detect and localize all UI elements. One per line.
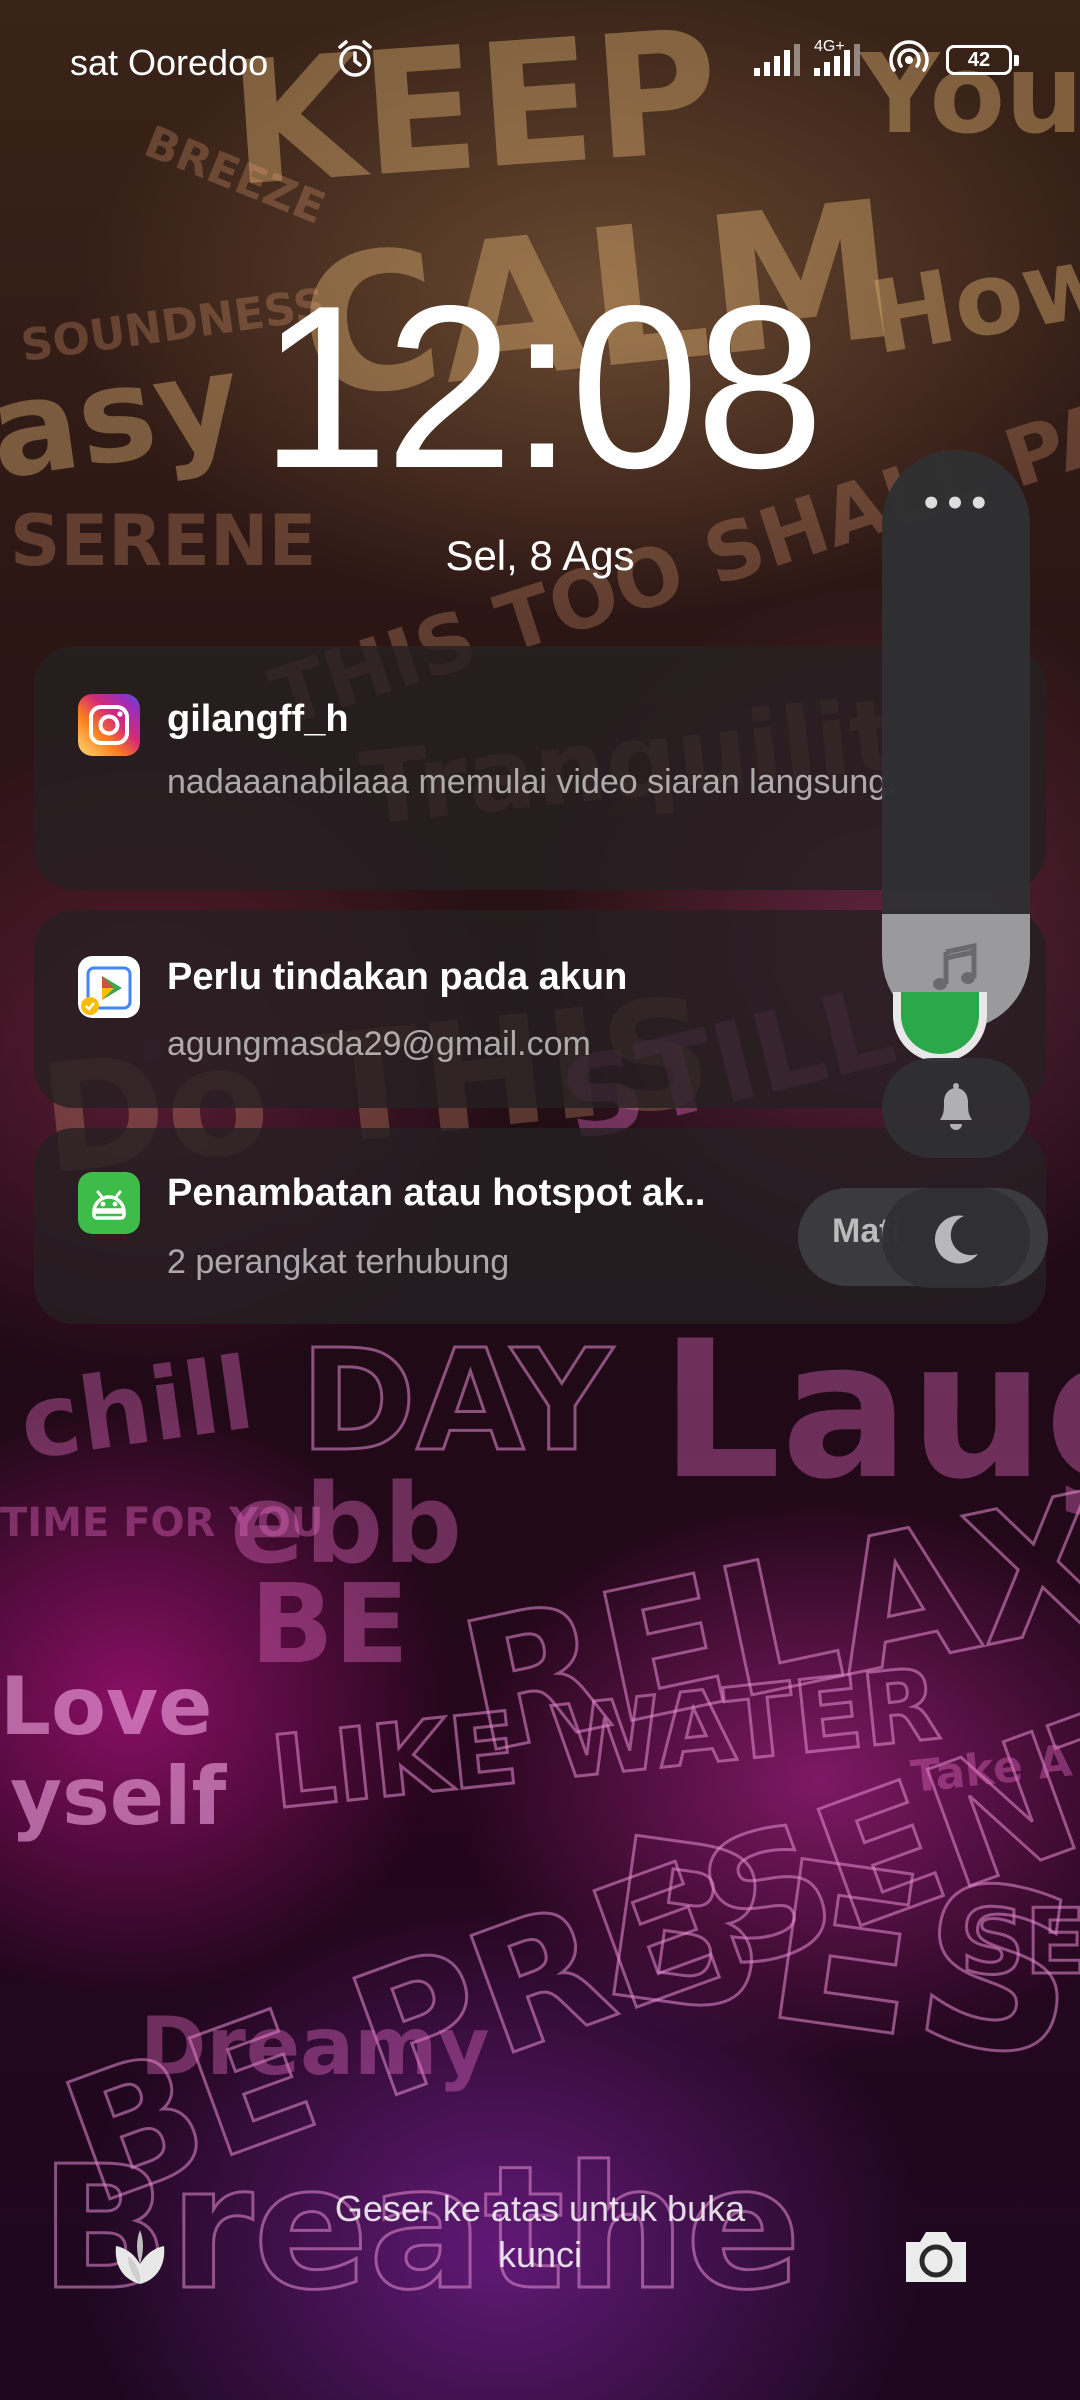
unlock-hint-line: Geser ke atas untuk buka [334, 2188, 746, 2229]
battery-icon: 42 [946, 45, 1019, 75]
notification-body: agungmasda29@gmail.com [167, 1025, 591, 1063]
signal-icon [754, 44, 800, 76]
unlock-hint: Geser ke atas untuk buka kunci [240, 2186, 840, 2278]
music-icon [933, 942, 977, 990]
google-play-icon [78, 956, 140, 1018]
lock-screen: KEEP CALM asy SOUNDNESS BREEZE You How T… [0, 0, 1080, 2400]
ring-mode-button[interactable] [882, 1058, 1030, 1158]
notification-title: Perlu tindakan pada akun [167, 956, 628, 998]
alarm-icon [338, 40, 372, 77]
carrier-name: sat Ooredoo [70, 42, 269, 83]
flower-icon[interactable] [104, 2222, 176, 2294]
moon-icon [934, 1215, 978, 1264]
camera-icon[interactable] [900, 2226, 972, 2288]
hotspot-icon [889, 40, 929, 72]
signal-icon [814, 44, 860, 76]
do-not-disturb-button[interactable] [882, 1188, 1030, 1288]
notification-title: gilangff_h [167, 698, 349, 740]
battery-level: 42 [967, 49, 991, 71]
instagram-icon [78, 694, 140, 756]
volume-slider[interactable]: ••• [882, 450, 1030, 1030]
notification-body: nadaaanabilaaa memulai video siaran lang… [167, 763, 897, 801]
notification-title: Penambatan atau hotspot ak.. [167, 1172, 706, 1214]
unlock-hint-line: kunci [497, 2234, 583, 2275]
volume-more-button[interactable]: ••• [882, 484, 1030, 524]
android-hotspot-icon [78, 1172, 140, 1234]
bell-icon [940, 1083, 972, 1130]
notification-body: 2 perangkat terhubung [167, 1243, 510, 1281]
status-bar: sat Ooredoo 4G+ 42 [0, 0, 1080, 120]
